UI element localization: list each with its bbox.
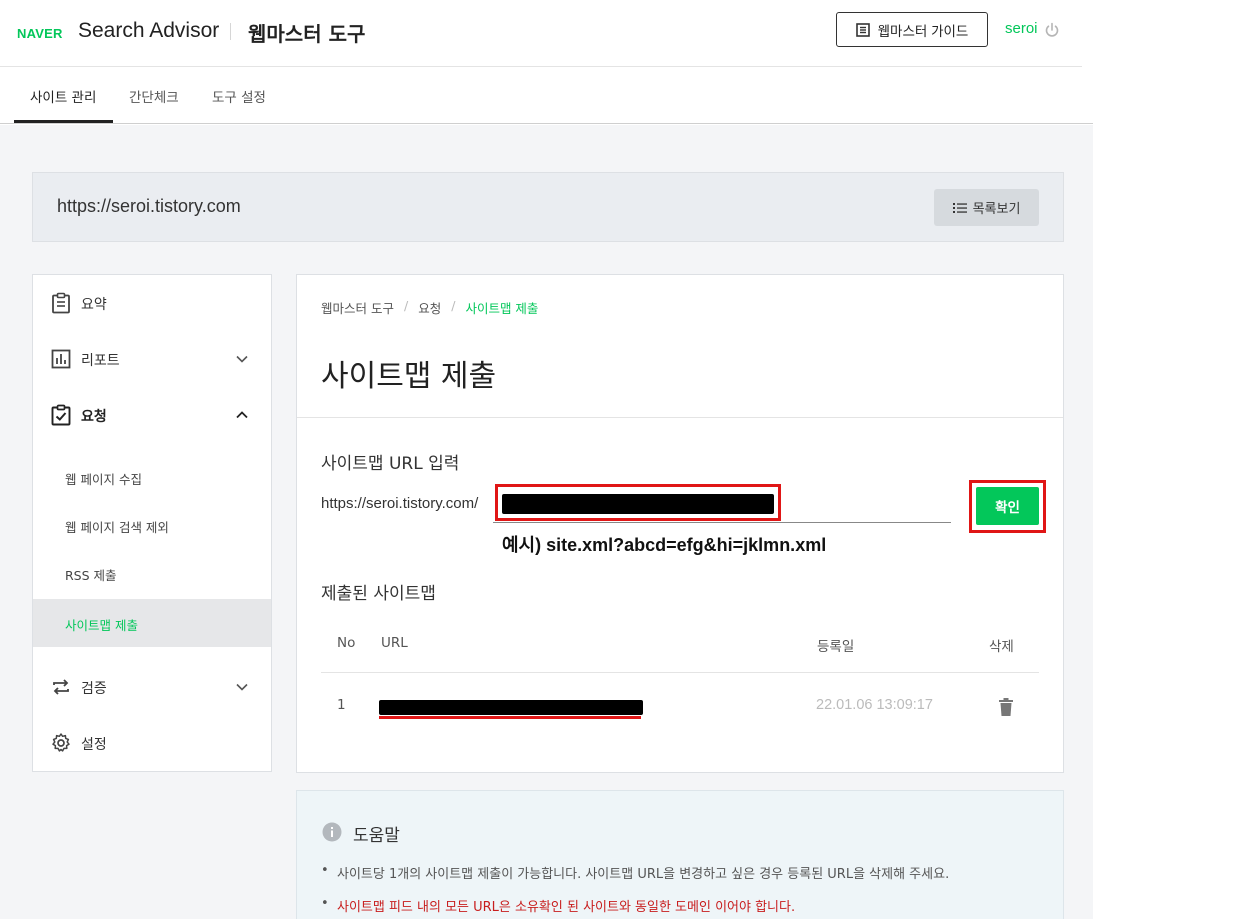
- chart-icon: [51, 349, 71, 369]
- submitted-sitemap-title: 제출된 사이트맵: [321, 584, 436, 604]
- example-hint: 예시) site.xml?abcd=efg&hi=jklmn.xml: [502, 535, 827, 555]
- help-item-text: 사이트맵 피드 내의 모든 URL은 소유확인 된 사이트와 동일한 도메인 이…: [337, 900, 796, 915]
- list-view-button[interactable]: 목록보기: [934, 189, 1039, 226]
- webmaster-guide-button[interactable]: 웹마스터 가이드: [836, 12, 988, 47]
- submenu-label: RSS 제출: [65, 568, 117, 583]
- site-bar: https://seroi.tistory.com 목록보기: [32, 172, 1064, 242]
- row-number: 1: [337, 697, 346, 713]
- document-list-icon: [855, 22, 870, 37]
- help-box: 도움말 사이트당 1개의 사이트맵 제출이 가능합니다. 사이트맵 URL을 변…: [296, 790, 1064, 919]
- menu-item-settings[interactable]: 설정: [33, 723, 271, 763]
- breadcrumb-item[interactable]: 웹마스터 도구: [321, 298, 394, 317]
- brand-title[interactable]: Search Advisor: [78, 19, 219, 43]
- column-header-no: No: [337, 635, 356, 651]
- gear-icon: [52, 733, 70, 752]
- guide-button-label: 웹마스터 가이드: [877, 23, 969, 39]
- top-header: NAVER Search Advisor 웹마스터 도구 웹마스터 가이드 se…: [0, 0, 1082, 67]
- power-icon[interactable]: [1044, 22, 1060, 38]
- clipboard-icon: [52, 292, 70, 314]
- submenu-label: 사이트맵 제출: [65, 618, 138, 633]
- check-clipboard-icon: [51, 404, 71, 426]
- menu-label-verify: 검증: [81, 681, 107, 697]
- chevron-down-icon: [236, 683, 248, 691]
- tool-name[interactable]: 웹마스터 도구: [248, 18, 365, 47]
- info-icon: [322, 822, 342, 842]
- menu-label-settings: 설정: [81, 737, 107, 753]
- menu-label-request: 요청: [81, 409, 107, 425]
- tab-simple-check[interactable]: 간단체크: [129, 86, 179, 106]
- column-header-url: URL: [381, 635, 408, 651]
- redacted-url[interactable]: [379, 700, 643, 715]
- active-tab-indicator: [14, 120, 113, 123]
- menu-item-verify[interactable]: 검증: [33, 667, 271, 707]
- menu-item-summary[interactable]: 요약: [33, 283, 271, 323]
- breadcrumb-current: 사이트맵 제출: [465, 301, 539, 316]
- divider: [297, 417, 1063, 418]
- naver-logo[interactable]: NAVER: [17, 26, 63, 41]
- submenu-item-search-exclude[interactable]: 웹 페이지 검색 제외: [33, 501, 271, 549]
- repeat-icon: [53, 679, 69, 695]
- url-prefix: https://seroi.tistory.com/: [321, 495, 479, 512]
- row-date: 22.01.06 13:09:17: [816, 697, 933, 713]
- sitemap-panel: 웹마스터 도구 / 요청 / 사이트맵 제출 사이트맵 제출 사이트맵 URL …: [296, 274, 1064, 773]
- sitemap-url-label: 사이트맵 URL 입력: [321, 454, 460, 474]
- annotation-box-input: [495, 484, 781, 521]
- side-menu: 요약 리포트 요청 웹 페이지 수집 웹 페이지 검색 제외 RSS 제출 사이…: [32, 274, 272, 772]
- submenu-label: 웹 페이지 검색 제외: [65, 520, 169, 535]
- help-title: 도움말: [353, 826, 400, 846]
- breadcrumb-separator: /: [451, 298, 456, 313]
- confirm-button[interactable]: 확인: [976, 487, 1039, 525]
- menu-item-report[interactable]: 리포트: [33, 339, 271, 379]
- breadcrumb: 웹마스터 도구 / 요청 / 사이트맵 제출: [321, 298, 538, 317]
- user-name[interactable]: seroi: [1005, 20, 1038, 37]
- annotation-underline: [379, 716, 641, 719]
- tab-site-management[interactable]: 사이트 관리: [30, 86, 96, 106]
- submenu-item-page-collect[interactable]: 웹 페이지 수집: [33, 453, 271, 501]
- column-header-date: 등록일: [817, 639, 855, 655]
- list-icon: [952, 202, 967, 213]
- page-title: 사이트맵 제출: [321, 359, 497, 394]
- column-header-delete: 삭제: [989, 639, 1014, 655]
- menu-item-request[interactable]: 요청: [33, 395, 271, 435]
- submenu-item-rss[interactable]: RSS 제출: [33, 549, 271, 597]
- breadcrumb-separator: /: [403, 298, 409, 313]
- list-view-label: 목록보기: [972, 202, 1021, 217]
- menu-label-summary: 요약: [81, 297, 107, 313]
- tab-tool-settings[interactable]: 도구 설정: [212, 86, 266, 106]
- chevron-down-icon: [236, 355, 248, 363]
- chevron-up-icon: [236, 411, 248, 419]
- breadcrumb-item[interactable]: 요청: [418, 298, 441, 317]
- submenu-item-sitemap[interactable]: 사이트맵 제출: [33, 599, 271, 647]
- submenu-label: 웹 페이지 수집: [65, 472, 142, 487]
- site-url: https://seroi.tistory.com: [57, 196, 241, 216]
- main-tab-bar: 사이트 관리 간단체크 도구 설정: [0, 68, 1093, 124]
- header-divider: [230, 23, 231, 40]
- table-divider: [321, 672, 1039, 673]
- menu-label-report: 리포트: [81, 353, 120, 369]
- trash-icon[interactable]: [997, 697, 1015, 717]
- help-item-text: 사이트당 1개의 사이트맵 제출이 가능합니다. 사이트맵 URL을 변경하고 …: [337, 867, 950, 882]
